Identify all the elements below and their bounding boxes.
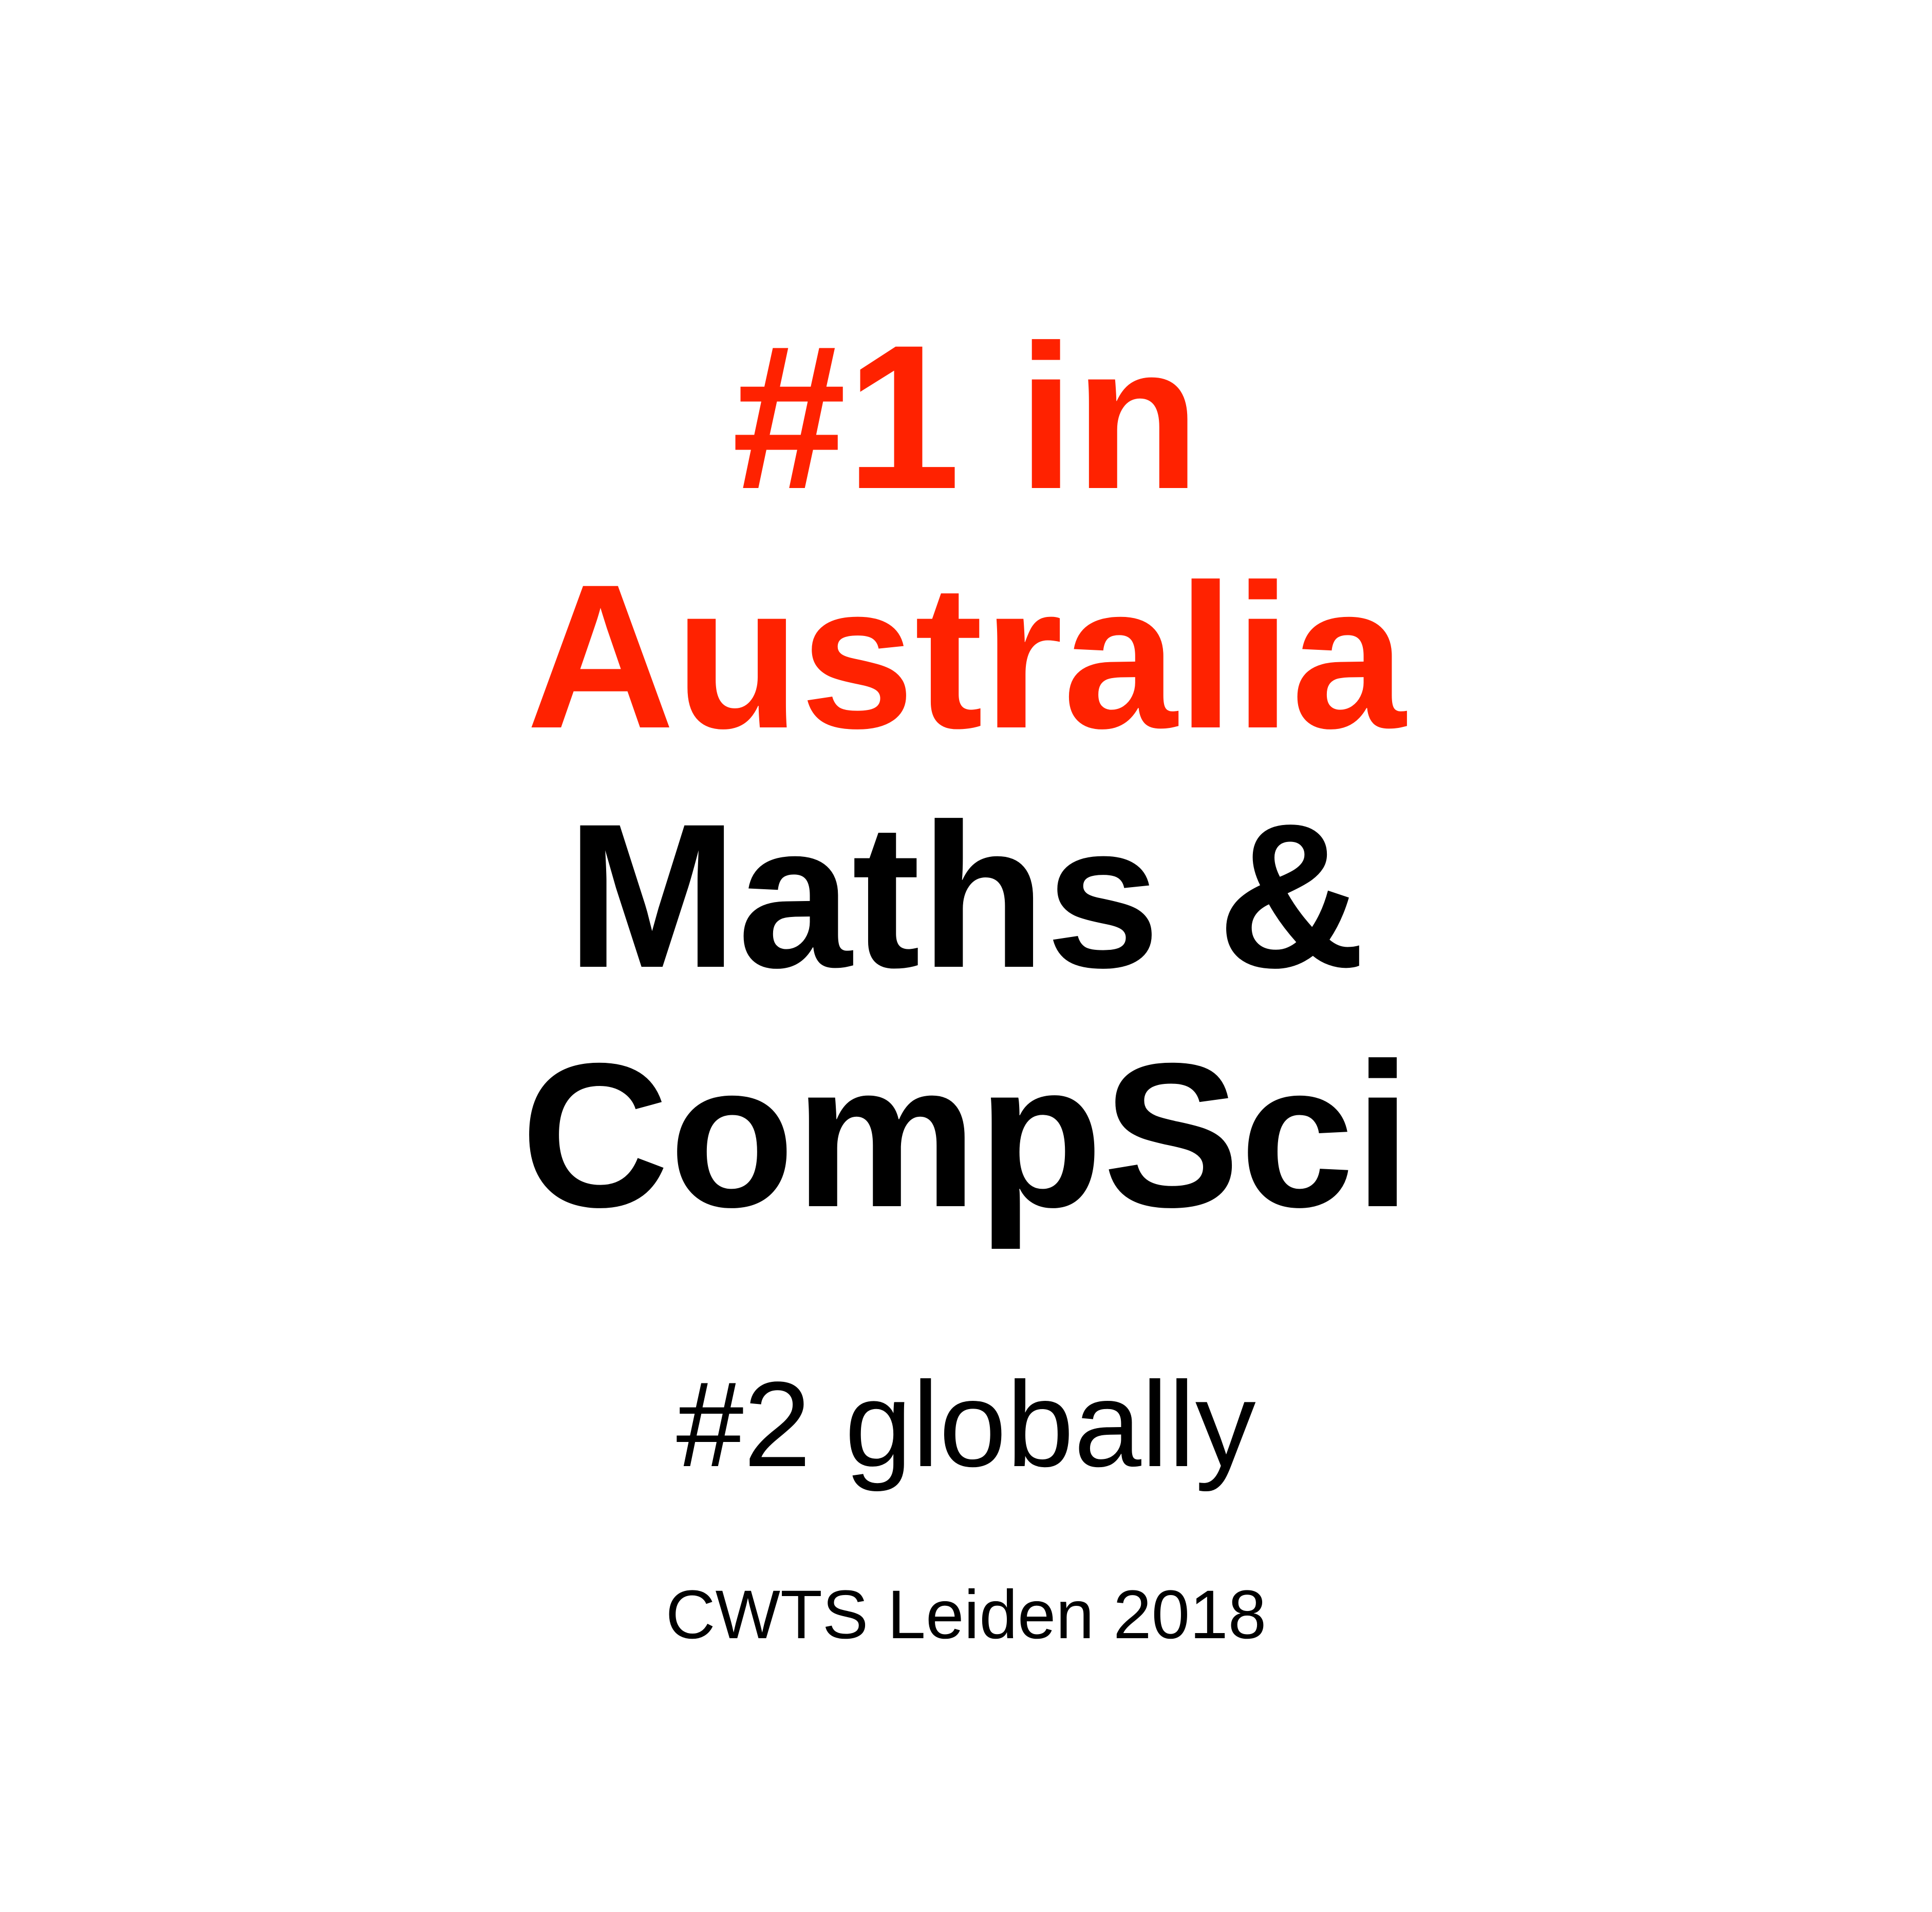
rank-heading: #1 in	[731, 302, 1201, 532]
field-heading-line1: Maths &	[566, 781, 1366, 1010]
field-heading-line2: CompSci	[520, 1020, 1412, 1250]
source-caption: CWTS Leiden 2018	[665, 1577, 1267, 1653]
region-heading: Australia	[526, 541, 1406, 771]
global-rank-subheading: #2 globally	[676, 1357, 1256, 1492]
